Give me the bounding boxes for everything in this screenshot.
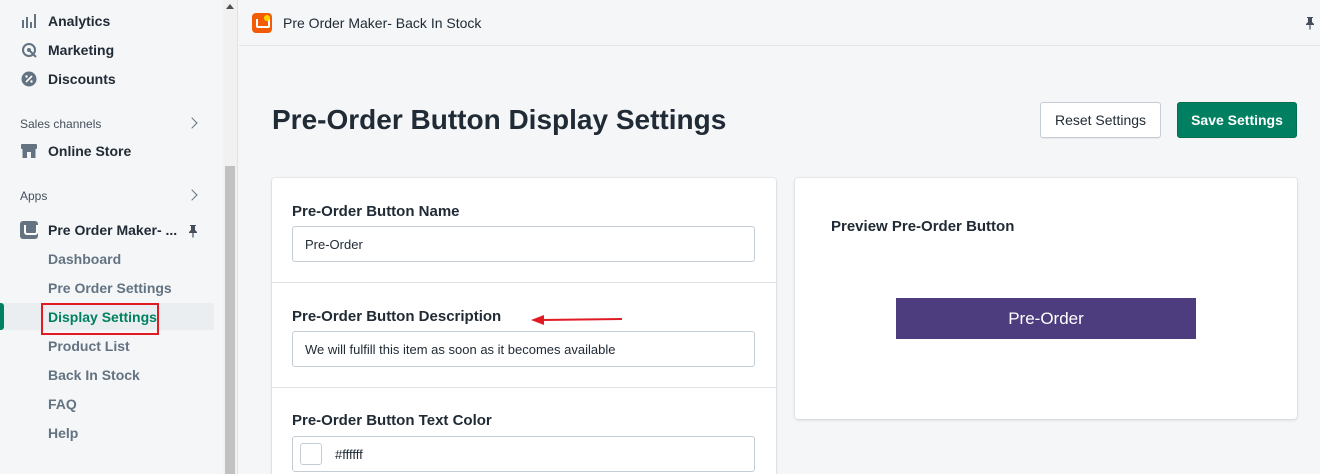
app-name-label: Pre Order Maker- ... [48, 222, 178, 238]
color-swatch[interactable] [300, 443, 322, 465]
nav-analytics-label: Analytics [48, 13, 111, 29]
annotation-arrow-icon [531, 315, 623, 325]
discounts-icon [20, 70, 38, 88]
button-name-input[interactable] [292, 226, 755, 262]
nav-online-store[interactable]: Online Store [20, 142, 131, 160]
sales-channels-chevron-icon[interactable] [186, 117, 198, 129]
pin-icon[interactable] [187, 224, 199, 243]
text-color-field[interactable]: #ffffff [292, 436, 755, 472]
sub-item-pre-order-settings[interactable]: Pre Order Settings [48, 280, 172, 296]
nav-online-store-label: Online Store [48, 143, 132, 159]
sidebar: Analytics Marketing Discounts Sales chan… [0, 0, 238, 474]
button-text-color-label: Pre-Order Button Text Color [292, 412, 492, 429]
nav-discounts-label: Discounts [48, 71, 116, 87]
text-color-value: #ffffff [335, 446, 363, 462]
reset-settings-button[interactable]: Reset Settings [1040, 102, 1161, 138]
active-item-indicator [0, 303, 4, 330]
store-icon [20, 142, 38, 160]
description-section: Pre-Order Button Description [272, 283, 776, 388]
nav-discounts[interactable]: Discounts [20, 70, 116, 88]
sub-item-faq[interactable]: FAQ [48, 396, 77, 412]
annotation-highlight-box [41, 303, 159, 335]
button-description-label: Pre-Order Button Description [292, 308, 502, 325]
sub-item-product-list[interactable]: Product List [48, 338, 130, 354]
preview-card: Preview Pre-Order Button Pre-Order [795, 178, 1297, 419]
app-title: Pre Order Maker- Back In Stock [283, 14, 482, 31]
apps-label: Apps [20, 189, 48, 203]
apps-chevron-icon[interactable] [186, 189, 198, 201]
name-section: Pre-Order Button Name [272, 178, 776, 283]
button-name-label: Pre-Order Button Name [292, 203, 460, 220]
preview-pre-order-button[interactable]: Pre-Order [896, 298, 1196, 339]
button-description-input[interactable] [292, 331, 755, 367]
scrollbar-thumb[interactable] [225, 166, 235, 474]
sales-channels-label: Sales channels [20, 117, 102, 131]
marketing-icon [20, 41, 38, 59]
sub-item-help[interactable]: Help [48, 425, 78, 441]
nav-app-pre-order-maker[interactable]: Pre Order Maker- ... [20, 221, 177, 239]
save-settings-button[interactable]: Save Settings [1177, 102, 1297, 138]
page-title: Pre-Order Button Display Settings [272, 104, 727, 135]
sidebar-scrollbar[interactable] [223, 0, 237, 474]
nav-analytics[interactable]: Analytics [20, 12, 110, 30]
app-logo-icon [252, 12, 272, 33]
preview-label: Preview Pre-Order Button [831, 218, 1015, 235]
scroll-up-arrow-icon[interactable] [226, 4, 234, 9]
sub-item-back-in-stock[interactable]: Back In Stock [48, 367, 140, 383]
pin-icon[interactable] [1304, 16, 1316, 35]
nav-marketing[interactable]: Marketing [20, 41, 114, 59]
app-topbar: Pre Order Maker- Back In Stock [239, 0, 1320, 46]
sub-item-dashboard[interactable]: Dashboard [48, 251, 121, 267]
nav-marketing-label: Marketing [48, 42, 115, 58]
analytics-icon [20, 12, 38, 30]
app-icon [20, 221, 38, 239]
settings-card: Pre-Order Button Name Pre-Order Button D… [272, 178, 776, 474]
